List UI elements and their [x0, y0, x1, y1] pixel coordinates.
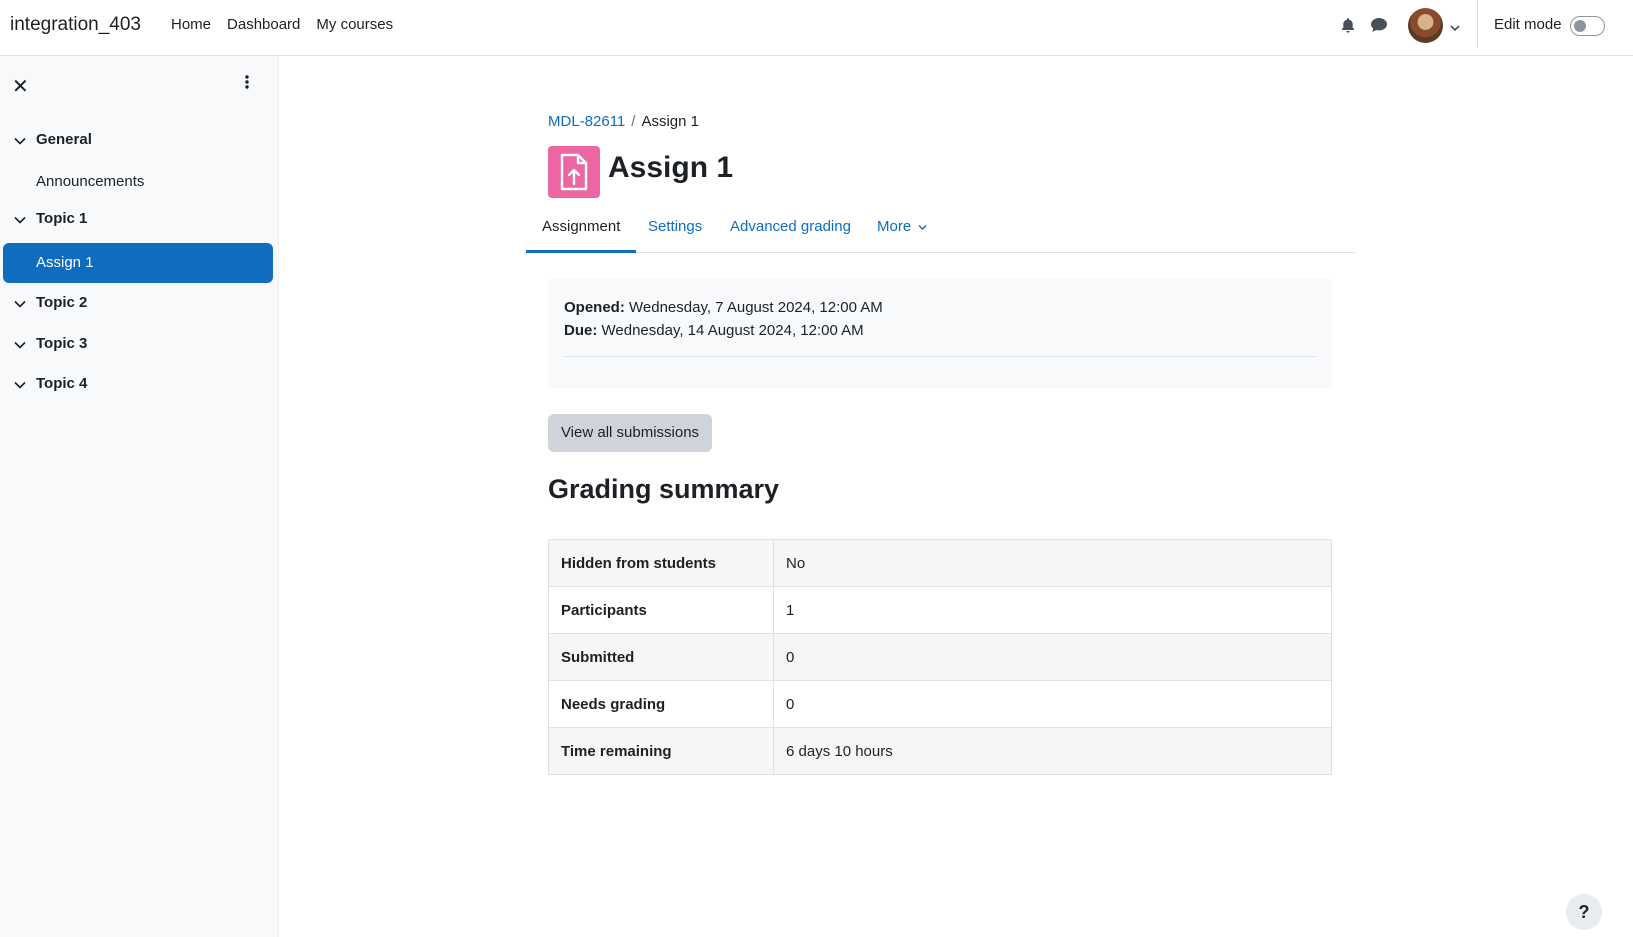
sidebar-section-topic-2[interactable]: Topic 2 — [0, 283, 279, 321]
breadcrumb: MDL-82611 / Assign 1 — [548, 113, 699, 130]
activity-dates: Opened: Wednesday, 7 August 2024, 12:00 … — [548, 278, 1332, 388]
tab-more-label[interactable]: More — [877, 218, 911, 235]
close-drawer-icon[interactable]: ✕ — [12, 74, 29, 99]
site-name[interactable]: integration_403 — [10, 14, 141, 36]
opened-label: Opened: — [564, 299, 625, 316]
navbar-divider — [1477, 0, 1478, 48]
nav-my-courses-link[interactable]: My courses — [316, 16, 393, 33]
sidebar-item-announcements[interactable]: Announcements — [36, 173, 144, 190]
chevron-down-icon[interactable] — [14, 376, 26, 393]
sidebar-section-title[interactable]: Topic 2 — [36, 294, 87, 311]
notifications-bell-icon[interactable] — [1338, 15, 1358, 35]
tab-assignment[interactable]: Assignment — [526, 206, 637, 253]
grading-summary-heading: Grading summary — [548, 474, 780, 504]
chevron-down-icon[interactable] — [14, 211, 26, 228]
chevron-down-icon[interactable] — [14, 132, 26, 149]
row-value: No — [773, 539, 1332, 587]
course-index-drawer: ✕ General Announcements Topic 1 Assign 1… — [0, 56, 279, 937]
nav-home-link[interactable]: Home — [171, 16, 211, 33]
sidebar-item-assign-1[interactable]: Assign 1 — [3, 243, 273, 283]
row-label: Hidden from students — [548, 539, 774, 587]
secondary-navigation-tabs: Assignment Settings Advanced grading Mor… — [526, 206, 1356, 253]
row-value: 1 — [773, 586, 1332, 634]
nav-dashboard-link[interactable]: Dashboard — [227, 16, 300, 33]
row-value: 6 days 10 hours — [773, 727, 1332, 775]
messages-chat-icon[interactable] — [1369, 15, 1389, 35]
row-label: Submitted — [548, 633, 774, 681]
edit-mode-toggle[interactable] — [1570, 16, 1605, 36]
chevron-down-icon[interactable] — [14, 336, 26, 353]
breadcrumb-course-link[interactable]: MDL-82611 — [548, 113, 625, 130]
sidebar-section-title[interactable]: General — [36, 131, 92, 148]
due-label: Due: — [564, 322, 598, 339]
grading-summary-table: Hidden from students No Participants 1 Sub… — [548, 539, 1332, 775]
view-all-submissions-button[interactable]: View all submissions — [548, 414, 712, 452]
sidebar-section-topic-4[interactable]: Topic 4 — [0, 364, 279, 402]
chevron-down-icon[interactable] — [14, 295, 26, 312]
table-row: Participants 1 — [548, 586, 1332, 634]
tab-settings[interactable]: Settings — [648, 206, 702, 253]
assignment-upload-icon — [548, 146, 600, 198]
table-row: Time remaining 6 days 10 hours — [548, 727, 1332, 775]
opened-value: Wednesday, 7 August 2024, 12:00 AM — [629, 299, 883, 316]
tab-more[interactable]: More — [877, 206, 927, 253]
due-value: Wednesday, 14 August 2024, 12:00 AM — [601, 322, 864, 339]
help-button[interactable]: ? — [1566, 894, 1602, 930]
sidebar-section-title[interactable]: Topic 3 — [36, 335, 87, 352]
breadcrumb-current: Assign 1 — [641, 113, 699, 130]
breadcrumb-separator: / — [631, 113, 636, 130]
opened-date-row: Opened: Wednesday, 7 August 2024, 12:00 … — [564, 296, 1316, 319]
table-row: Needs grading 0 — [548, 680, 1332, 728]
primary-navigation: Home Dashboard My courses — [171, 16, 409, 33]
row-label: Needs grading — [548, 680, 774, 728]
chevron-down-icon — [918, 225, 927, 230]
sidebar-section-title[interactable]: Topic 1 — [36, 210, 87, 227]
tab-advanced-grading[interactable]: Advanced grading — [730, 206, 851, 253]
top-navbar: integration_403 Home Dashboard My course… — [0, 0, 1633, 56]
row-value: 0 — [773, 680, 1332, 728]
sidebar-section-topic-3[interactable]: Topic 3 — [0, 324, 279, 362]
due-date-row: Due: Wednesday, 14 August 2024, 12:00 AM — [564, 319, 1316, 342]
dates-divider — [564, 356, 1316, 357]
drawer-options-kebab-icon[interactable] — [245, 74, 249, 94]
table-row: Submitted 0 — [548, 633, 1332, 681]
row-label: Time remaining — [548, 727, 774, 775]
sidebar-section-topic-1[interactable]: Topic 1 — [0, 199, 279, 237]
user-avatar[interactable] — [1408, 8, 1443, 43]
user-menu-chevron-down-icon[interactable] — [1450, 19, 1460, 36]
row-value: 0 — [773, 633, 1332, 681]
row-label: Participants — [548, 586, 774, 634]
edit-mode-label: Edit mode — [1494, 16, 1562, 33]
sidebar-section-title[interactable]: Topic 4 — [36, 375, 87, 392]
toggle-knob — [1574, 20, 1586, 32]
page-title: Assign 1 — [608, 151, 734, 184]
table-row: Hidden from students No — [548, 539, 1332, 587]
sidebar-section-general[interactable]: General — [0, 120, 279, 158]
